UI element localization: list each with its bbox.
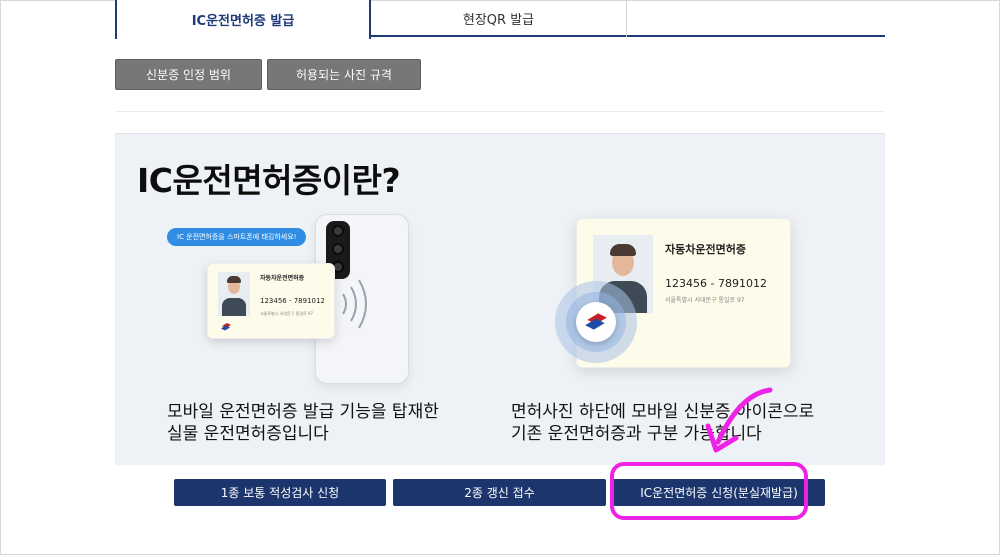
tab-onsite-qr-issue-label: 현장QR 발급: [462, 13, 535, 28]
tab-ic-license-issue-label: IC운전면허증 발급: [191, 14, 295, 29]
mobile-id-logo-icon: [585, 313, 607, 330]
card-title: 자동차운전면허증: [260, 275, 305, 282]
tab-onsite-qr-issue[interactable]: 현장QR 발급: [371, 0, 627, 37]
license-card-small: 자동차운전면허증 123456 - 7891012 서울특별시 서대문구 통일로…: [207, 263, 335, 339]
mobile-id-logo-icon: [221, 323, 231, 331]
left-description-line2: 실물 운전면허증입니다: [167, 424, 329, 444]
card-address: 서울특별시 서대문구 통일로 97: [260, 311, 314, 316]
aptitude-test-button-label: 1종 보통 적성검사 신청: [220, 486, 340, 500]
left-description-line1: 모바일 운전면허증 발급 기능을 탑재한: [167, 402, 439, 422]
annotation-arrow-icon: [705, 387, 773, 453]
section-divider: [115, 111, 885, 112]
id-scope-button-label: 신분증 인정 범위: [146, 68, 231, 82]
photo-spec-button[interactable]: 허용되는 사진 규격: [267, 59, 421, 90]
mobile-id-icon-halo: [555, 281, 637, 363]
left-description: 모바일 운전면허증 발급 기능을 탑재한 실물 운전면허증입니다: [167, 401, 439, 445]
photo-spec-button-label: 허용되는 사진 규격: [296, 68, 392, 82]
renewal-button[interactable]: 2종 갱신 접수: [393, 479, 606, 506]
card-number: 123456 - 7891012: [260, 297, 325, 305]
tab-ic-license-issue[interactable]: IC운전면허증 발급: [115, 0, 371, 39]
renewal-button-label: 2종 갱신 접수: [464, 486, 535, 500]
card-title: 자동차운전면허증: [665, 243, 746, 256]
id-scope-button[interactable]: 신분증 인정 범위: [115, 59, 262, 90]
tagging-tooltip: IC 운전면허증을 스마트폰에 태깅하세요!: [167, 228, 307, 246]
nfc-wave-icon: [342, 279, 367, 329]
highlight-outline: [610, 462, 808, 520]
panel-title: IC운전면허증이란?: [137, 161, 401, 200]
license-photo: [218, 272, 250, 316]
aptitude-test-button[interactable]: 1종 보통 적성검사 신청: [174, 479, 386, 506]
card-address: 서울특별시 서대문구 통일로 97: [665, 297, 745, 304]
card-number: 123456 - 7891012: [665, 277, 767, 290]
tab-bar: IC운전면허증 발급 현장QR 발급: [115, 0, 885, 39]
